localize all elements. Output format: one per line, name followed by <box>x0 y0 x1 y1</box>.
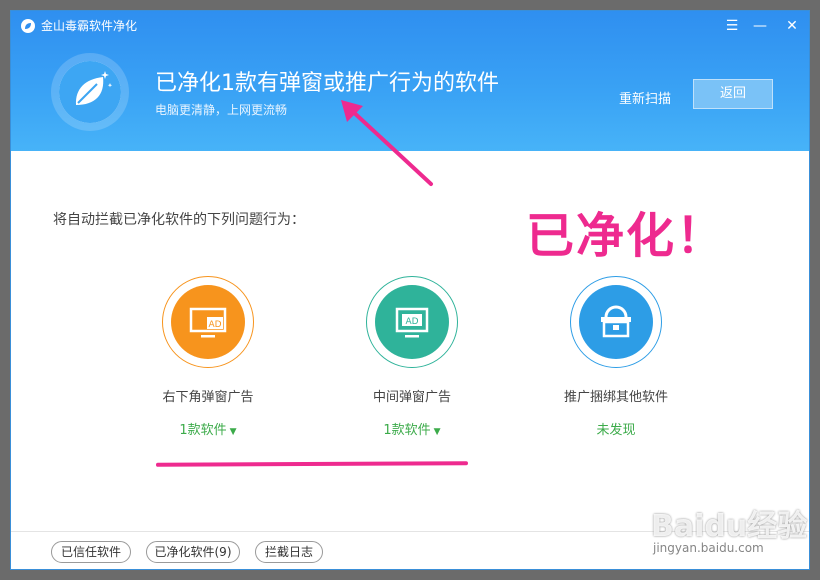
block-log-button[interactable]: 拦截日志 <box>255 541 323 563</box>
cleaned-software-button[interactable]: 已净化软件(9) <box>146 541 240 563</box>
svg-text:AD: AD <box>405 317 418 327</box>
annotation-underline <box>155 461 469 467</box>
svg-text:AD: AD <box>208 320 221 330</box>
leaf-logo-icon <box>21 19 35 33</box>
feature-corner-popup: AD 右下角弹窗广告 1款软件 ▼ <box>138 276 278 438</box>
feature-label: 推广捆绑其他软件 <box>563 390 668 405</box>
menu-button[interactable]: ☰ <box>721 15 743 37</box>
intro-text: 将自动拦截已净化软件的下列问题行为： <box>53 212 305 228</box>
feature-center-popup: AD 中间弹窗广告 1款软件 ▼ <box>342 276 482 438</box>
close-icon: ✕ <box>786 18 798 34</box>
result-title: 已净化1款有弹窗或推广行为的软件 <box>155 71 499 96</box>
clean-status-badge <box>51 53 129 131</box>
watermark-url: jingyan.baidu.com <box>653 541 764 555</box>
annotation-arrow <box>341 100 433 186</box>
feature-label: 中间弹窗广告 <box>372 390 451 405</box>
monitor-ad-icon: AD <box>189 307 227 338</box>
trusted-software-button[interactable]: 已信任软件 <box>51 541 131 563</box>
bundle-box-icon <box>601 305 631 338</box>
app-title: 金山毒霸软件净化 <box>41 19 138 33</box>
feature-status-dropdown[interactable]: 1款软件 ▼ <box>138 419 278 438</box>
feature-status: 未发现 <box>596 423 636 438</box>
minimize-button[interactable]: — <box>749 15 771 37</box>
dropdown-arrow-icon: ▼ <box>229 427 237 437</box>
annotation-text: 已净化！ <box>526 208 727 264</box>
menu-icon: ☰ <box>725 18 739 34</box>
popup-ad-icon: AD <box>395 307 429 338</box>
baidu-watermark: Baidu经验 jingyan.baidu.com <box>651 501 807 561</box>
leaf-icon <box>59 61 121 123</box>
feature-bundle-install: 推广捆绑其他软件 未发现 <box>546 276 686 438</box>
title-bar: 金山毒霸软件净化 ☰ — ✕ <box>11 11 809 41</box>
dropdown-arrow-icon: ▼ <box>433 427 441 437</box>
result-subtitle: 电脑更清静，上网更流畅 <box>155 103 288 117</box>
baidu-logo: Baidu经验 <box>651 509 808 544</box>
rescan-link[interactable]: 重新扫描 <box>619 88 671 107</box>
minimize-icon: — <box>753 18 767 34</box>
app-window: 金山毒霸软件净化 ☰ — ✕ 已净化1款有弹窗或推广行为的软件 电脑更清静，上网… <box>10 10 810 570</box>
feature-label: 右下角弹窗广告 <box>162 390 254 405</box>
close-button[interactable]: ✕ <box>781 15 803 37</box>
feature-status-dropdown[interactable]: 1款软件 ▼ <box>342 419 482 438</box>
back-button[interactable]: 返回 <box>693 79 773 109</box>
